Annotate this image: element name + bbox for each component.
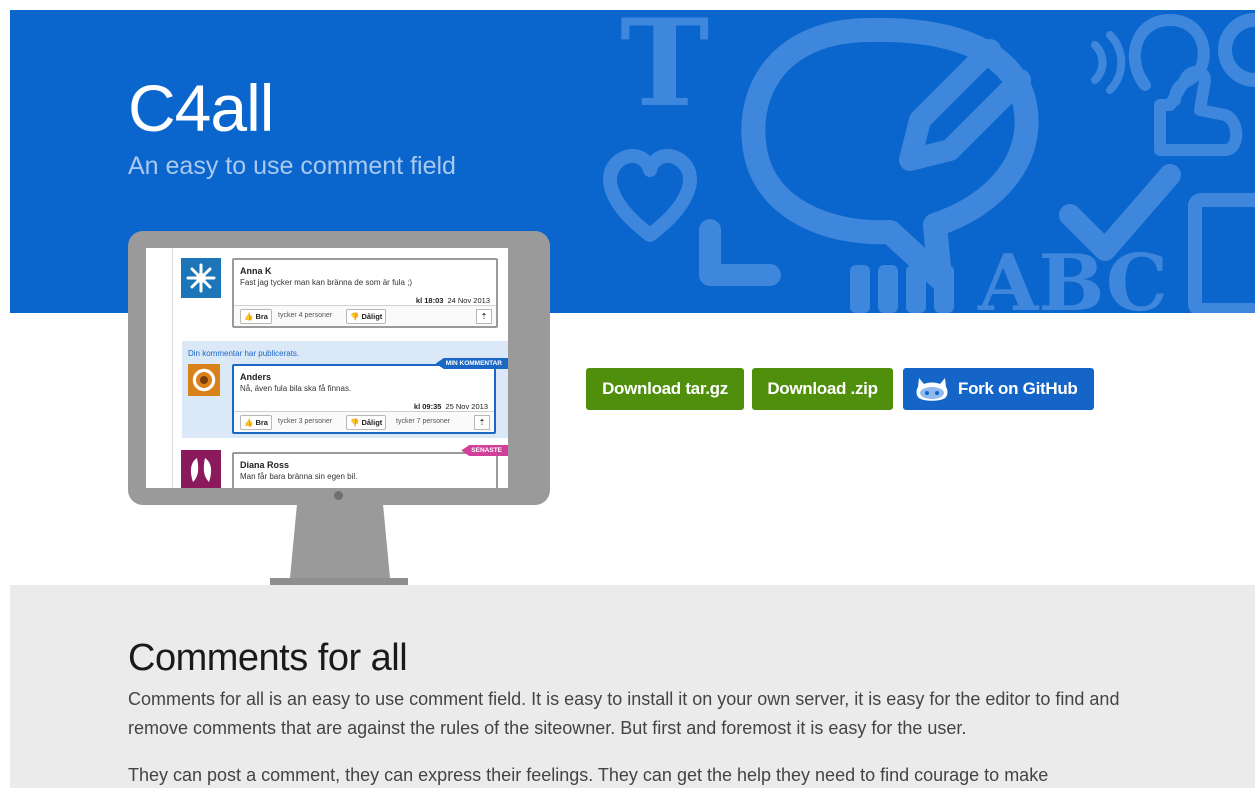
- heart-icon: [603, 148, 697, 242]
- comment-card: Diana Ross Man får bara bränna sin egen …: [232, 452, 498, 488]
- comment-text: Fast jag tycker man kan bränna de som är…: [240, 278, 413, 287]
- monitor-screen: Anna K Fast jag tycker man kan bränna de…: [146, 248, 508, 488]
- avatar: [181, 450, 221, 488]
- share-icon[interactable]: ⇡: [476, 309, 492, 324]
- share-icon[interactable]: ⇡: [474, 415, 490, 430]
- comment-time: kl 09:35: [413, 402, 442, 411]
- comment-text: Nå, även fula bila ska få finnas.: [240, 384, 352, 393]
- download-zip-label: Download .zip: [767, 379, 878, 398]
- comment-author: Anders: [240, 372, 272, 382]
- comment-date: 24 Nov 2013: [447, 296, 490, 305]
- published-notice: Din kommentar har publicerats.: [188, 349, 300, 358]
- github-octocat-icon: [916, 378, 948, 401]
- comment-date: 25 Nov 2013: [445, 402, 488, 411]
- monitor-stand: [290, 504, 390, 578]
- like-label: Bra: [255, 312, 268, 321]
- latest-badge: SENASTE: [461, 445, 508, 456]
- comment-actions: 👍 Bra tycker 3 personer 👎 Dåligt tycker …: [234, 411, 494, 432]
- ear-icon: [1128, 14, 1210, 106]
- dislike-count: tycker 7 personer: [396, 418, 451, 425]
- document-icon: [1188, 193, 1255, 313]
- fork-github-label: Fork on GitHub: [958, 379, 1078, 398]
- comment-text: Man får bara bränna sin egen bil.: [240, 472, 358, 481]
- thumbs-up-icon: [1154, 65, 1243, 156]
- about-section: Comments for all Comments for all is an …: [10, 585, 1255, 788]
- my-comment-badge: MIN KOMMENTAR: [435, 358, 508, 369]
- monitor-base: [270, 578, 408, 585]
- comment-author: Diana Ross: [240, 460, 290, 470]
- abc-text-icon: ABC: [977, 238, 1168, 313]
- section-heading: Comments for all: [128, 637, 408, 679]
- app-tagline: An easy to use comment field: [128, 152, 456, 180]
- like-label: Bra: [255, 418, 268, 427]
- avatar: [188, 364, 220, 396]
- dislike-button[interactable]: 👎 Dåligt: [346, 309, 387, 324]
- comment-timestamp: kl 09:35 25 Nov 2013: [414, 402, 488, 411]
- power-indicator: [334, 491, 343, 500]
- thumbs-down-icon: 👎: [350, 312, 360, 321]
- like-count: tycker 4 personer: [278, 312, 333, 319]
- comment-author: Anna K: [240, 266, 272, 276]
- comment-card-own: Anders Nå, även fula bila ska få finnas.…: [232, 364, 496, 434]
- download-tar-label: Download tar.gz: [602, 379, 728, 398]
- intro-paragraph: Comments for all is an easy to use comme…: [128, 689, 1120, 738]
- dislike-button[interactable]: 👎 Dåligt: [346, 415, 387, 430]
- like-button[interactable]: 👍 Bra: [240, 415, 272, 430]
- thumbs-up-icon: 👍: [244, 312, 254, 321]
- monitor-illustration: Anna K Fast jag tycker man kan bränna de…: [128, 231, 550, 505]
- letter-t-icon: T: [620, 10, 709, 134]
- download-zip-button[interactable]: Download .zip: [752, 368, 893, 410]
- second-paragraph: They can post a comment, they can expres…: [128, 765, 1049, 785]
- fork-github-button[interactable]: Fork on GitHub: [903, 368, 1094, 410]
- app-title: C4all: [128, 71, 274, 145]
- like-button[interactable]: 👍 Bra: [240, 309, 272, 324]
- dislike-label: Dåligt: [361, 418, 383, 427]
- comment-card: Anna K Fast jag tycker man kan bränna de…: [232, 258, 498, 328]
- divider: [172, 248, 173, 488]
- avatar: [181, 258, 221, 298]
- comment-time: kl 18:03: [415, 296, 444, 305]
- thumbs-down-icon: 👎: [350, 418, 360, 427]
- comment-actions: 👍 Bra tycker 4 personer 👎 Dåligt ⇡: [234, 305, 496, 326]
- comment-timestamp: kl 18:03 24 Nov 2013: [416, 296, 490, 305]
- download-tar-button[interactable]: Download tar.gz: [586, 368, 744, 410]
- dislike-label: Dåligt: [361, 312, 383, 321]
- thumbs-up-icon: 👍: [244, 418, 254, 427]
- like-count: tycker 3 personer: [278, 418, 333, 425]
